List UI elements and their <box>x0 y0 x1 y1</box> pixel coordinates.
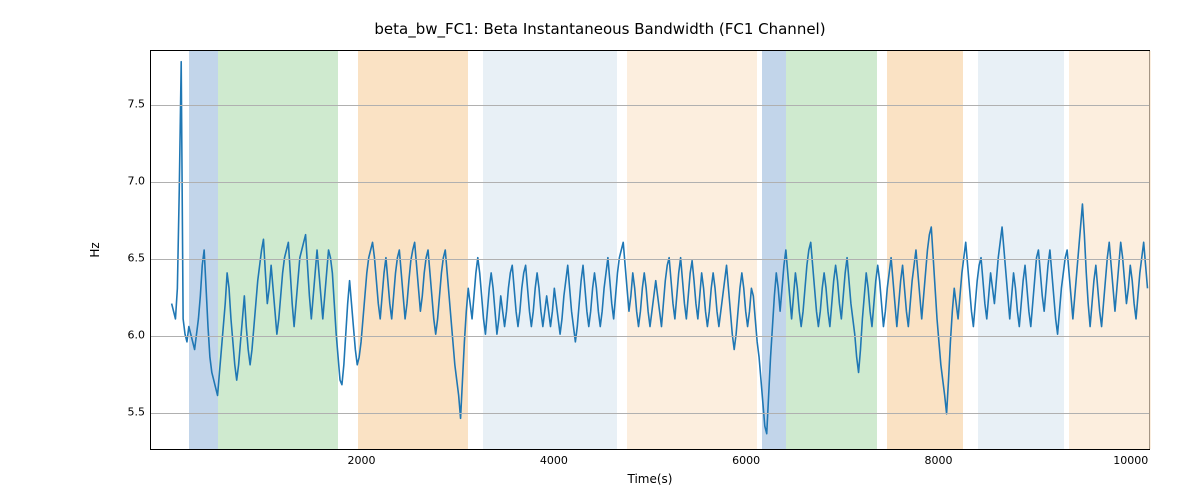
x-tick-label: 8000 <box>924 454 952 467</box>
gridline <box>151 182 1149 183</box>
plot-area <box>150 50 1150 450</box>
chart-container: beta_bw_FC1: Beta Instantaneous Bandwidt… <box>0 0 1200 500</box>
x-tick-label: 6000 <box>732 454 760 467</box>
y-tick-label: 7.0 <box>128 174 146 187</box>
x-tick-label: 2000 <box>348 454 376 467</box>
gridline <box>151 413 1149 414</box>
gridline <box>151 336 1149 337</box>
y-axis-label: Hz <box>88 242 102 257</box>
y-tick-label: 6.0 <box>128 328 146 341</box>
x-axis-label: Time(s) <box>628 472 673 486</box>
line-series <box>151 51 1149 449</box>
chart-title: beta_bw_FC1: Beta Instantaneous Bandwidt… <box>0 20 1200 38</box>
x-tick-label: 10000 <box>1113 454 1148 467</box>
y-tick-label: 5.5 <box>128 405 146 418</box>
gridline <box>151 259 1149 260</box>
x-tick-label: 4000 <box>540 454 568 467</box>
series-line <box>172 62 1148 434</box>
gridline <box>151 105 1149 106</box>
y-tick-label: 6.5 <box>128 251 146 264</box>
y-tick-label: 7.5 <box>128 97 146 110</box>
